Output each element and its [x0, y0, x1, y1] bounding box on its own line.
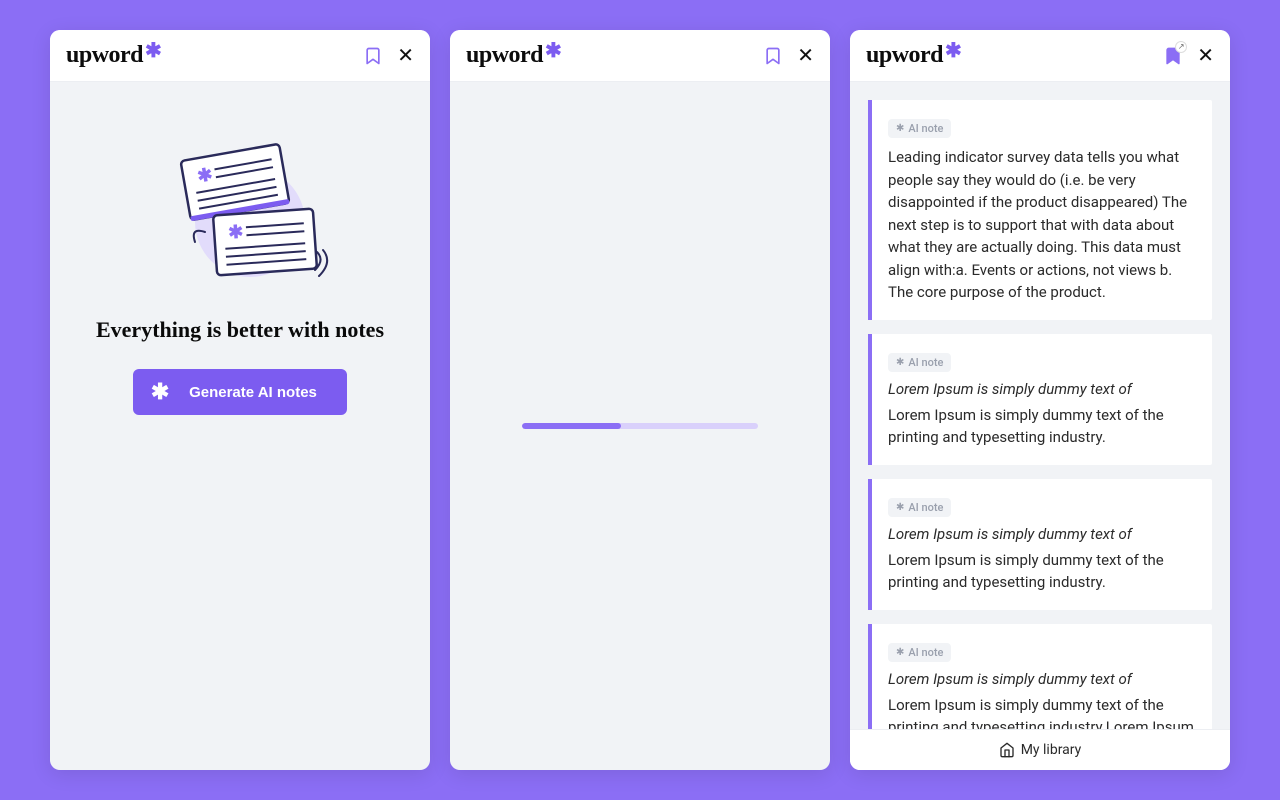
note-card[interactable]: ✱ AI note Leading indicator survey data … — [868, 100, 1212, 320]
logo-text: upword — [66, 42, 143, 69]
ai-note-badge: ✱ AI note — [888, 643, 951, 662]
bookmark-button[interactable] — [363, 45, 383, 67]
bookmark-button[interactable] — [763, 45, 783, 67]
logo: upword ✱ — [66, 42, 162, 69]
logo: upword ✱ — [866, 42, 962, 69]
badge-label: AI note — [908, 501, 943, 514]
note-body: Lorem Ipsum is simply dummy text of the … — [888, 549, 1194, 594]
note-title: Lorem Ipsum is simply dummy text of — [888, 670, 1194, 688]
ai-note-badge: ✱ AI note — [888, 119, 951, 138]
svg-text:✱: ✱ — [228, 222, 245, 244]
close-button[interactable]: ✕ — [1197, 46, 1214, 66]
panel-header: upword ✱ ↗ ✕ — [850, 30, 1230, 82]
library-label: My library — [1021, 742, 1082, 758]
notes-body: ✱ AI note Leading indicator survey data … — [850, 82, 1230, 770]
note-body: Leading indicator survey data tells you … — [888, 146, 1194, 304]
note-title: Lorem Ipsum is simply dummy text of — [888, 380, 1194, 398]
badge-label: AI note — [908, 646, 943, 659]
bookmark-icon — [363, 45, 383, 67]
panel-header: upword ✱ ✕ — [50, 30, 430, 82]
close-icon: ✕ — [797, 46, 814, 66]
asterisk-icon: ✱ — [896, 647, 904, 658]
panel-loading: upword ✱ ✕ — [450, 30, 830, 770]
panel-header: upword ✱ ✕ — [450, 30, 830, 82]
header-actions: ✕ — [763, 45, 814, 67]
asterisk-icon: ✱ — [945, 40, 962, 60]
asterisk-icon: ✱ — [145, 40, 162, 60]
ai-note-badge: ✱ AI note — [888, 498, 951, 517]
ai-note-badge: ✱ AI note — [888, 353, 951, 372]
note-card[interactable]: ✱ AI note Lorem Ipsum is simply dummy te… — [868, 624, 1212, 730]
close-button[interactable]: ✕ — [397, 46, 414, 66]
asterisk-icon: ✱ — [896, 357, 904, 368]
note-title: Lorem Ipsum is simply dummy text of — [888, 525, 1194, 543]
notes-scroll[interactable]: ✱ AI note Leading indicator survey data … — [850, 82, 1230, 729]
panel-footer[interactable]: My library — [850, 729, 1230, 770]
panel-empty-state: upword ✱ ✕ ✱ — [50, 30, 430, 770]
empty-heading: Everything is better with notes — [96, 317, 384, 343]
note-body: Lorem Ipsum is simply dummy text of the … — [888, 404, 1194, 449]
close-icon: ✕ — [1197, 46, 1214, 66]
generate-button-label: Generate AI notes — [189, 384, 317, 401]
generate-ai-notes-button[interactable]: ✱ Generate AI notes — [133, 369, 347, 415]
close-button[interactable]: ✕ — [797, 46, 814, 66]
badge-label: AI note — [908, 122, 943, 135]
notes-illustration: ✱ ✱ — [145, 132, 335, 297]
header-actions: ✕ — [363, 45, 414, 67]
logo-text: upword — [466, 42, 543, 69]
asterisk-icon: ✱ — [896, 123, 904, 134]
bookmark-icon — [763, 45, 783, 67]
logo-text: upword — [866, 42, 943, 69]
asterisk-icon: ✱ — [545, 40, 562, 60]
bookmark-saved-button[interactable]: ↗ — [1163, 45, 1183, 67]
logo: upword ✱ — [466, 42, 562, 69]
sync-badge-icon: ↗ — [1175, 41, 1187, 53]
panel-notes-list: upword ✱ ↗ ✕ ✱ AI note Leading indicator… — [850, 30, 1230, 770]
asterisk-icon: ✱ — [149, 381, 171, 403]
progress-bar — [522, 423, 758, 429]
header-actions: ↗ ✕ — [1163, 45, 1214, 67]
badge-label: AI note — [908, 356, 943, 369]
asterisk-icon: ✱ — [896, 502, 904, 513]
note-body: Lorem Ipsum is simply dummy text of the … — [888, 694, 1194, 730]
empty-state: ✱ ✱ Everything is better with notes ✱ — [50, 82, 430, 770]
home-icon — [999, 742, 1015, 758]
note-card[interactable]: ✱ AI note Lorem Ipsum is simply dummy te… — [868, 334, 1212, 465]
note-card[interactable]: ✱ AI note Lorem Ipsum is simply dummy te… — [868, 479, 1212, 610]
progress-fill — [522, 423, 621, 429]
loading-state — [450, 82, 830, 770]
close-icon: ✕ — [397, 46, 414, 66]
